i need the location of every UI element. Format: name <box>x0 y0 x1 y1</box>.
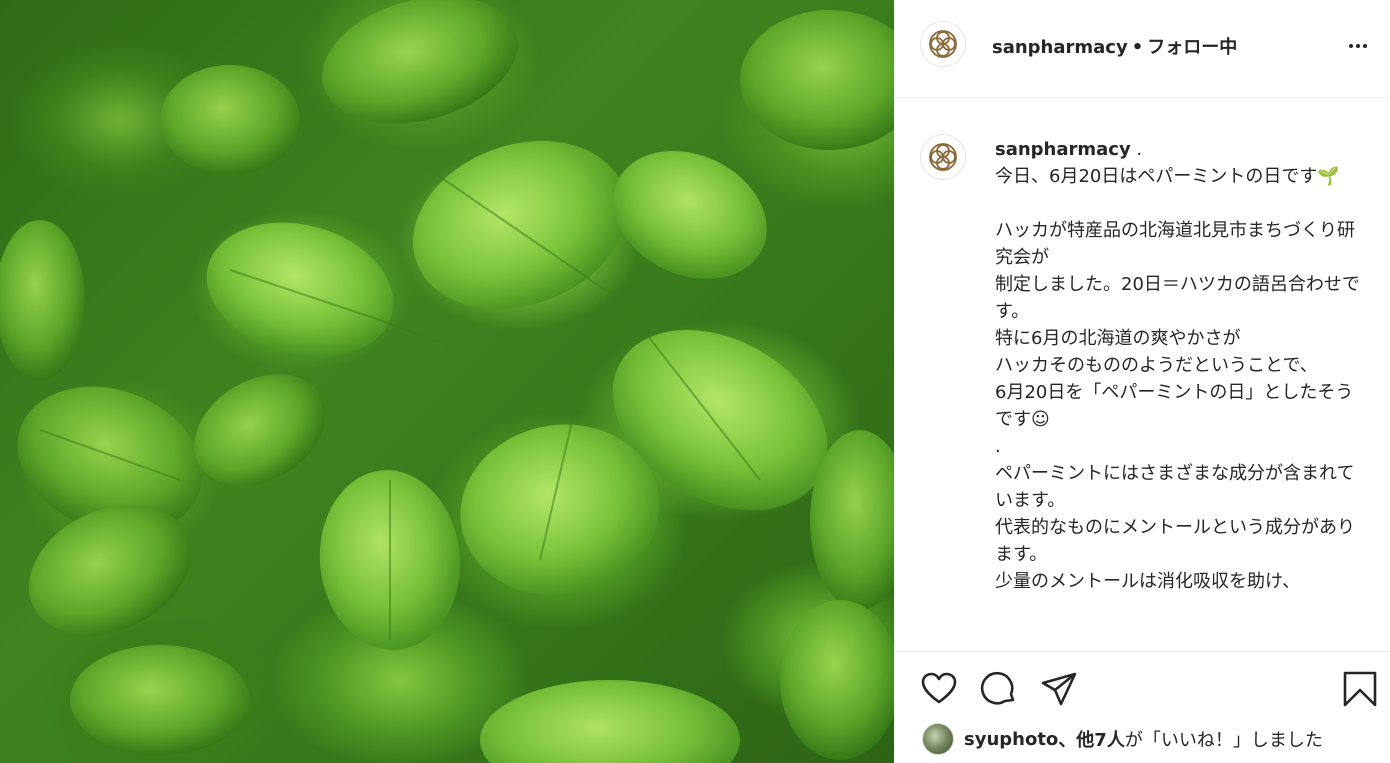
other-likers-count[interactable]: 、他7人 <box>1058 726 1125 752</box>
share-button[interactable] <box>1040 670 1078 708</box>
like-button[interactable] <box>920 670 958 708</box>
post-caption: sanpharmacy . 今日、6月20日はペパーミントの日です🌱 ハッカが特… <box>995 136 1365 595</box>
caption-line: 6月20日を「ペパーミントの日」としたそうです☺ <box>995 382 1354 430</box>
profile-avatar[interactable] <box>920 21 966 67</box>
action-bar: syuphoto 、他7人 が「いいね！」しました <box>895 651 1390 763</box>
first-liker-name[interactable]: syuphoto <box>964 729 1058 750</box>
caption-line: 制定しました。20日＝ハツカの語呂合わせです。 <box>995 274 1360 322</box>
likes-summary[interactable]: syuphoto 、他7人 が「いいね！」しました <box>922 722 1323 756</box>
liker-avatar[interactable] <box>922 723 954 755</box>
share-icon <box>1041 672 1077 706</box>
caption-line: 少量のメントールは消化吸収を助け、 <box>995 571 1301 592</box>
comment-icon <box>980 671 1015 705</box>
more-options-icon[interactable] <box>1349 42 1373 50</box>
more-dot <box>1349 44 1353 48</box>
more-dot <box>1363 44 1367 48</box>
header-username-line: sanpharmacy • フォロー中 <box>992 33 1237 59</box>
comment-button[interactable] <box>980 670 1018 708</box>
caption-line: ハッカが特産品の北海道北見市まちづくり研究会が <box>995 220 1355 268</box>
logo-icon <box>929 30 957 58</box>
logo-icon <box>929 143 957 171</box>
mint-leaves-image <box>0 0 894 763</box>
save-button[interactable] <box>1341 670 1379 708</box>
header-username[interactable]: sanpharmacy <box>992 37 1128 58</box>
caption-line <box>995 190 1365 217</box>
caption-line: ペパーミントにはさまざまな成分が含まれています。 <box>995 463 1355 511</box>
caption-header-line: sanpharmacy . <box>995 136 1365 163</box>
caption-line: 今日、6月20日はペパーミントの日です🌱 <box>995 166 1340 187</box>
post-panel: sanpharmacy • フォロー中 sanpharmacy . 今日、6月20日… <box>894 0 1390 763</box>
separator-dot: • <box>1131 37 1144 58</box>
caption-line: . <box>995 436 1001 457</box>
caption-line: 代表的なものにメントールという成分があります。 <box>995 517 1355 565</box>
caption-line: ハッカそのもののようだということで、 <box>995 355 1318 376</box>
likes-suffix: が「いいね！」しました <box>1124 730 1323 751</box>
caption-username[interactable]: sanpharmacy <box>995 139 1131 160</box>
heart-icon <box>921 672 957 704</box>
caption-area[interactable]: sanpharmacy . 今日、6月20日はペパーミントの日です🌱 ハッカが特… <box>895 98 1390 651</box>
post-photo[interactable] <box>0 0 894 763</box>
follow-status-button[interactable]: フォロー中 <box>1147 37 1237 58</box>
bookmark-icon <box>1343 671 1377 707</box>
more-dot <box>1356 44 1360 48</box>
caption-username-suffix: . <box>1130 139 1143 160</box>
caption-line: 特に6月の北海道の爽やかさが <box>995 328 1241 349</box>
post-header: sanpharmacy • フォロー中 <box>895 0 1390 98</box>
caption-avatar[interactable] <box>920 134 966 180</box>
